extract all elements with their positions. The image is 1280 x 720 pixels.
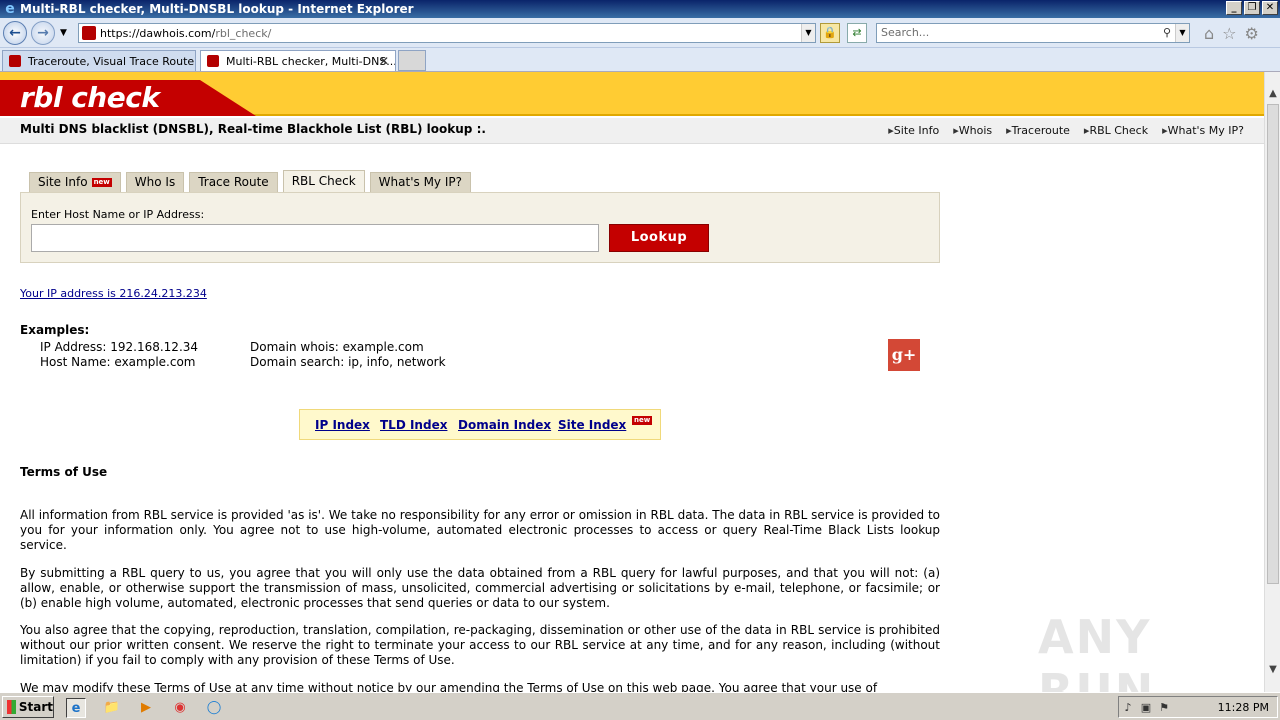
terms-paragraph: By submitting a RBL query to us, you agr… <box>20 566 940 610</box>
brand-header: rbl check <box>0 72 1264 116</box>
examples-right: Domain whois: example.com Domain search:… <box>250 340 446 370</box>
security-icon[interactable]: ⚑ <box>1155 701 1173 714</box>
search-placeholder: Search... <box>881 26 930 39</box>
gear-icon[interactable]: ⚙ <box>1245 24 1259 43</box>
tab-label: What's My IP? <box>378 175 462 189</box>
examples-title: Examples: <box>20 323 90 337</box>
link-domain-index[interactable]: Domain Index <box>458 418 551 432</box>
index-links-bar: IP Index TLD Index Domain Index Site Ind… <box>299 409 661 440</box>
top-link-rbl-check[interactable]: RBL Check <box>1084 124 1148 137</box>
top-link-site-info[interactable]: Site Info <box>888 124 939 137</box>
lookup-form: Enter Host Name or IP Address: Lookup <box>20 192 940 263</box>
example-domain-whois: Domain whois: example.com <box>250 340 424 354</box>
terms-paragraph: You also agree that the copying, reprodu… <box>20 623 940 667</box>
url-path: rbl_check/ <box>215 26 272 40</box>
minimize-button[interactable]: _ <box>1226 1 1242 15</box>
tab-whats-my-ip[interactable]: What's My IP? <box>369 172 471 192</box>
tab-label: RBL Check <box>291 174 356 188</box>
volume-icon[interactable]: ♪ <box>1119 701 1137 714</box>
windows-flag-icon <box>7 699 16 714</box>
top-link-whois[interactable]: Whois <box>953 124 992 137</box>
internet-explorer-icon: e <box>5 1 15 17</box>
taskbar: Start e 📁 ▶ ◉ ◯ ♪ ▣ ⚑ 11:28 PM <box>0 692 1280 720</box>
example-host: Host Name: example.com <box>40 355 196 369</box>
media-player-icon[interactable]: ▶ <box>136 698 156 718</box>
system-tray: ♪ ▣ ⚑ 11:28 PM <box>1118 696 1278 718</box>
google-plus-icon[interactable]: g+ <box>888 339 920 371</box>
refresh-icon[interactable]: ⇄ <box>847 23 867 43</box>
terms-paragraph: We may modify these Terms of Use at any … <box>20 681 878 692</box>
tab-label: Traceroute, Visual Trace Route,... <box>28 54 196 68</box>
page-subtitle: Multi DNS blacklist (DNSBL), Real-time B… <box>20 122 486 136</box>
lookup-label: Enter Host Name or IP Address: <box>31 208 205 221</box>
url-host: https://dawhois.com/ <box>100 26 216 40</box>
page-scrollbar[interactable]: ▲ ▼ <box>1264 72 1280 692</box>
clock: 11:28 PM <box>1217 701 1269 714</box>
new-badge: new <box>91 178 112 187</box>
new-badge: new <box>632 416 653 425</box>
favorites-star-icon[interactable]: ☆ <box>1222 24 1236 43</box>
site-favicon-icon <box>207 55 219 67</box>
tab-label: Site Info <box>38 175 88 189</box>
browser-tab-strip: Traceroute, Visual Trace Route,... Multi… <box>0 48 1280 72</box>
site-favicon-icon <box>9 55 21 67</box>
scroll-thumb[interactable] <box>1267 104 1279 584</box>
link-tld-index[interactable]: TLD Index <box>380 418 447 432</box>
top-nav-links: Site Info Whois Traceroute RBL Check Wha… <box>888 124 1244 137</box>
your-ip-link[interactable]: Your IP address is 216.24.213.234 <box>20 287 207 300</box>
arrow-right-icon: → <box>37 25 49 41</box>
home-icon[interactable]: ⌂ <box>1204 24 1214 43</box>
examples-left: IP Address: 192.168.12.34 Host Name: exa… <box>40 340 198 370</box>
network-icon[interactable]: ▣ <box>1137 701 1155 714</box>
top-link-whats-my-ip[interactable]: What's My IP? <box>1162 124 1244 137</box>
address-dropdown-icon[interactable]: ▼ <box>801 24 815 42</box>
arrow-left-icon: ← <box>9 25 21 41</box>
sub-header: Multi DNS blacklist (DNSBL), Real-time B… <box>0 118 1264 144</box>
tab-label: Who Is <box>134 175 176 189</box>
example-domain-search: Domain search: ip, info, network <box>250 355 446 369</box>
browser-tab-traceroute[interactable]: Traceroute, Visual Trace Route,... <box>2 50 196 71</box>
search-dropdown-icon[interactable]: ▼ <box>1175 24 1189 42</box>
file-explorer-icon[interactable]: 📁 <box>102 698 122 718</box>
terms-paragraph: All information from RBL service is prov… <box>20 508 940 552</box>
address-bar[interactable]: https://dawhois.com/rbl_check/ ▼ <box>78 23 816 43</box>
example-ip: IP Address: 192.168.12.34 <box>40 340 199 354</box>
restore-button[interactable]: ❐ <box>1244 1 1260 15</box>
forward-button[interactable]: → <box>31 21 55 45</box>
search-input[interactable]: Search... ⚲ ▼ <box>876 23 1190 43</box>
close-window-button[interactable]: ✕ <box>1262 1 1278 15</box>
site-favicon-icon <box>82 26 96 40</box>
terms-title: Terms of Use <box>20 465 108 479</box>
internet-explorer-taskbar-icon[interactable]: e <box>66 698 86 718</box>
tab-site-info[interactable]: Site Info new <box>29 172 121 192</box>
history-dropdown-icon[interactable]: ▼ <box>60 28 67 38</box>
window-title: Multi-RBL checker, Multi-DNSBL lookup - … <box>20 2 414 16</box>
page-viewport: rbl check Multi DNS blacklist (DNSBL), R… <box>0 72 1264 692</box>
tab-trace-route[interactable]: Trace Route <box>189 172 278 192</box>
host-ip-input[interactable] <box>31 224 599 252</box>
lock-icon[interactable]: 🔒 <box>820 23 840 43</box>
tab-label: Multi-RBL checker, Multi-DNS... <box>226 54 396 68</box>
tab-who-is[interactable]: Who Is <box>125 172 185 192</box>
link-ip-index[interactable]: IP Index <box>315 418 370 432</box>
chrome-icon[interactable]: ◉ <box>170 698 190 718</box>
window-titlebar: e Multi-RBL checker, Multi-DNSBL lookup … <box>0 0 1280 18</box>
start-button[interactable]: Start <box>2 695 54 718</box>
link-site-index[interactable]: Site Index <box>558 418 626 432</box>
back-button[interactable]: ← <box>3 21 27 45</box>
top-link-traceroute[interactable]: Traceroute <box>1006 124 1070 137</box>
start-label: Start <box>18 699 53 714</box>
scroll-up-icon[interactable]: ▲ <box>1267 88 1279 102</box>
tool-tabs: Site Info new Who Is Trace Route RBL Che… <box>29 170 471 192</box>
search-icon[interactable]: ⚲ <box>1163 24 1171 42</box>
close-tab-icon[interactable]: ✕ <box>379 54 389 68</box>
tab-rbl-check[interactable]: RBL Check <box>282 170 365 192</box>
navigation-bar: ← → ▼ https://dawhois.com/rbl_check/ ▼ 🔒… <box>0 18 1280 48</box>
new-tab-button[interactable] <box>398 50 426 71</box>
tab-label: Trace Route <box>198 175 269 189</box>
browser-tab-rbl-check[interactable]: Multi-RBL checker, Multi-DNS... ✕ <box>200 50 396 71</box>
site-logo[interactable]: rbl check <box>20 80 160 116</box>
lookup-button[interactable]: Lookup <box>609 224 709 252</box>
edge-icon[interactable]: ◯ <box>204 698 224 718</box>
